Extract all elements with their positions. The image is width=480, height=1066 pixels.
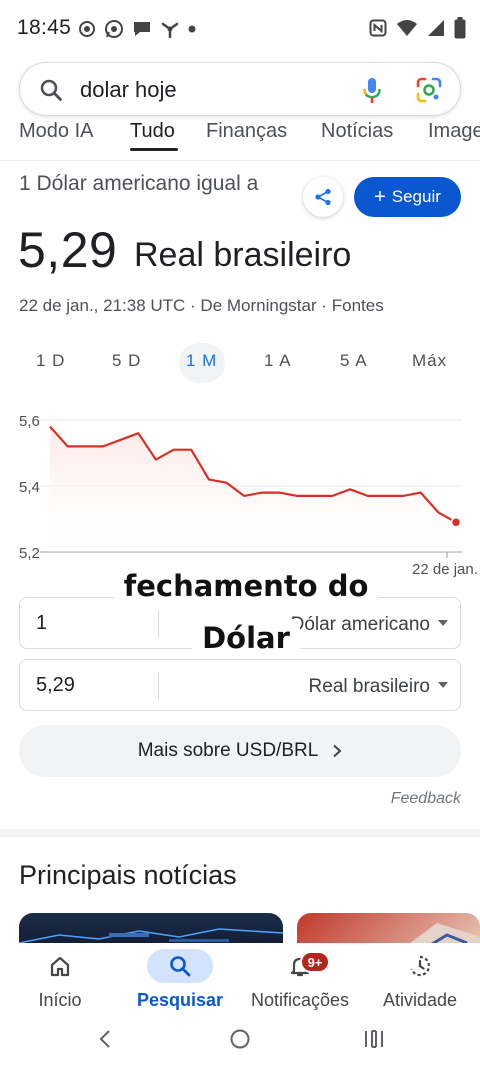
back-icon[interactable] <box>98 1029 112 1049</box>
period-5d[interactable]: 5 D <box>112 351 141 371</box>
period-5a[interactable]: 5 A <box>340 351 368 371</box>
search-icon <box>40 79 62 101</box>
dropdown-arrow-icon <box>438 620 448 626</box>
plus-icon: + <box>374 186 386 208</box>
y-tick-label: 5,2 <box>19 545 40 562</box>
from-amount[interactable]: 1 <box>36 612 47 635</box>
exchange-rate-currency: Real brasileiro <box>134 236 352 274</box>
field-divider <box>158 672 159 700</box>
tab-modo-ia[interactable]: Modo IA <box>19 120 93 143</box>
nav-notificacoes[interactable]: 9+ Notificações <box>240 943 360 1019</box>
system-navigation-bar <box>0 1019 480 1066</box>
share-button[interactable] <box>303 177 343 217</box>
video-caption: fechamento do Dólar <box>101 560 391 664</box>
nav-pesquisar[interactable]: Pesquisar <box>120 943 240 1019</box>
feedback-link[interactable]: Feedback <box>391 790 461 808</box>
notification-badge: 9+ <box>300 951 330 973</box>
mic-icon[interactable] <box>362 77 382 105</box>
tab-noticias[interactable]: Notícias <box>321 120 393 143</box>
battery-icon <box>454 17 466 39</box>
nav-label: Pesquisar <box>136 990 224 1010</box>
chart-area-fill <box>50 426 456 552</box>
x-tick-label: 22 de jan. <box>412 561 478 578</box>
period-1d[interactable]: 1 D <box>36 351 65 371</box>
to-currency-field[interactable]: 5,29 Real brasileiro <box>19 659 461 711</box>
tab-imagens[interactable]: Imagens <box>428 120 480 143</box>
tab-financas[interactable]: Finanças <box>206 120 287 143</box>
signal-icon <box>428 20 444 36</box>
nav-label: Início <box>38 990 82 1010</box>
nav-label: Atividade <box>382 990 458 1010</box>
activity-icon <box>410 955 431 977</box>
google-lens-icon[interactable] <box>416 77 442 103</box>
exchange-rate-value: 5,29 <box>18 222 118 278</box>
period-max[interactable]: Máx <box>412 351 447 371</box>
more-about-label: Mais sobre USD/BRL <box>137 740 319 761</box>
chart-last-point <box>450 517 462 528</box>
active-tab-indicator <box>130 148 178 151</box>
target-icon <box>79 21 95 37</box>
y-tick-label: 5,6 <box>19 413 40 430</box>
to-amount[interactable]: 5,29 <box>36 674 75 697</box>
rate-source-meta: 22 de jan., 21:38 UTC · De Morningstar ·… <box>19 296 384 315</box>
caption-line-2: Dólar <box>192 619 300 657</box>
dropdown-arrow-icon <box>438 682 448 688</box>
follow-label: Seguir <box>391 187 441 206</box>
follow-button[interactable]: + Seguir <box>354 177 461 217</box>
conversion-title: 1 Dólar americano igual a <box>19 172 259 195</box>
nav-inicio[interactable]: Início <box>0 943 120 1019</box>
system-icons <box>369 16 466 40</box>
y-tick-label: 5,4 <box>19 479 40 496</box>
status-time: 18:45 <box>17 16 72 39</box>
caption-line-1: fechamento do <box>113 567 379 605</box>
nav-label: Notificações <box>250 990 350 1010</box>
bottom-navigation: Início Pesquisar 9+ Notificações Ativida… <box>0 943 480 1019</box>
tab-tudo[interactable]: Tudo <box>130 120 175 143</box>
chevron-right-icon <box>333 744 342 758</box>
period-selector: 1 D 5 D 1 M 1 A 5 A Máx <box>0 343 480 383</box>
share-icon <box>315 188 331 206</box>
chat-icon <box>134 22 150 36</box>
period-1a[interactable]: 1 A <box>264 351 292 371</box>
nav-atividade[interactable]: Atividade <box>360 943 480 1019</box>
dot-icon <box>188 25 196 33</box>
notification-icons <box>78 18 196 40</box>
wifi-icon <box>397 20 417 36</box>
search-tabs: Modo IA Tudo Finanças Notícias Imagens <box>0 117 480 161</box>
search-input[interactable] <box>80 75 350 105</box>
recents-icon[interactable] <box>363 1029 385 1049</box>
search-icon <box>170 956 191 977</box>
nfc-icon <box>369 19 387 37</box>
fan-icon <box>161 22 179 38</box>
home-icon <box>50 956 70 977</box>
status-bar: 18:45 <box>0 0 480 58</box>
more-about-button[interactable]: Mais sobre USD/BRL <box>19 725 461 777</box>
search-box[interactable] <box>19 62 461 116</box>
whatsapp-icon <box>105 20 123 38</box>
news-section-title: Principais notícias <box>19 860 237 890</box>
period-1m[interactable]: 1 M <box>186 351 217 371</box>
home-circle-icon[interactable] <box>229 1028 251 1050</box>
to-currency-select[interactable]: Real brasileiro <box>309 676 430 698</box>
section-separator <box>0 829 480 837</box>
